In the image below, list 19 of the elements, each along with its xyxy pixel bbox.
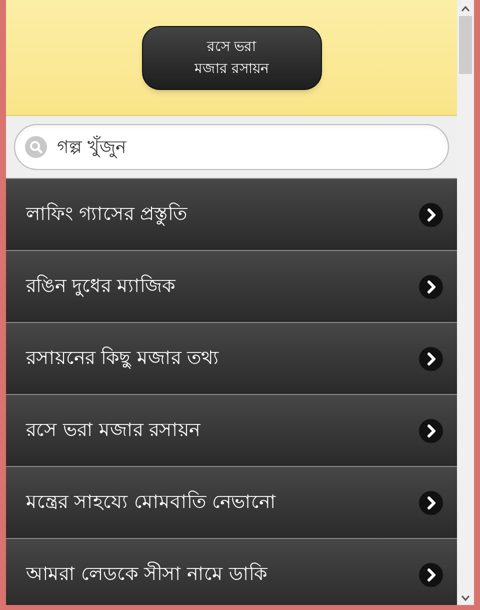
story-list-item[interactable]: আমরা লেডকে সীসা নামে ডাকি [6, 538, 457, 605]
chevron-right-icon [419, 274, 443, 298]
story-list-item[interactable]: রসায়নের কিছু মজার তথ্য [6, 322, 457, 394]
scroll-up-icon[interactable] [461, 6, 470, 12]
chevron-right-icon [419, 418, 443, 442]
scrollbar[interactable] [457, 0, 474, 605]
scroll-down-icon[interactable] [461, 595, 470, 601]
chevron-right-icon [419, 202, 443, 226]
title-button[interactable]: রসে ভরা মজার রসায়ন [142, 26, 322, 90]
story-list-item[interactable]: মন্ত্রের সাহয্যে মোমবাতি নেভানো [6, 466, 457, 538]
search-field[interactable]: গল্প খুঁজুন [14, 124, 449, 170]
story-list-item[interactable]: রঙিন দুধের ম্যাজিক [6, 250, 457, 322]
search-icon [25, 136, 47, 158]
story-list-item[interactable]: লাফিং গ্যাসের প্রস্তুতি [6, 178, 457, 250]
scroll-thumb[interactable] [459, 16, 472, 74]
chevron-right-icon [419, 562, 443, 586]
story-list-item[interactable]: রসে ভরা মজার রসায়ন [6, 394, 457, 466]
chevron-right-icon [419, 346, 443, 370]
chevron-right-icon [419, 490, 443, 514]
